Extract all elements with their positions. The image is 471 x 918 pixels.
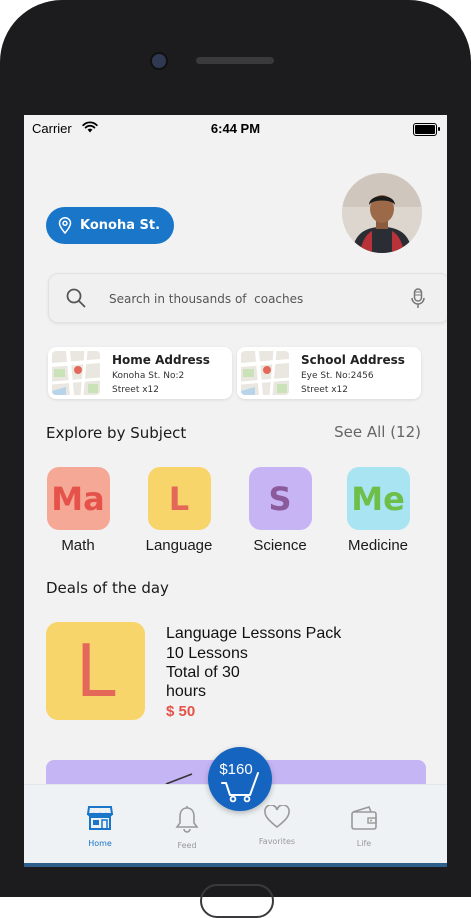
tab-label: Life [356,839,372,848]
map-thumbnail-icon [52,351,100,395]
deals-section-title: Deals of the day [46,579,169,597]
subject-label: Medicine [347,537,409,554]
address-line-2: Street x12 [112,385,159,395]
deal-lessons: 10 Lessons [166,645,248,662]
subject-tile: S [248,467,312,530]
deal-total-line-2: hours [166,683,207,700]
deal-info[interactable]: Language Lessons Pack 10 Lessons Total o… [166,624,396,720]
bell-icon [175,806,199,833]
clock: 6:44 PM [210,121,261,136]
school-address-card[interactable]: School Address Eye St. No:2456 Street x1… [237,347,421,399]
battery-icon [413,123,440,136]
subject-medicine[interactable]: Me Medicine [338,467,418,554]
app-screen: Carrier 6:44 PM Konoha St. Search in tho… [24,115,447,867]
see-all-link[interactable]: See All (12) [334,423,421,441]
tab-feed[interactable]: Feed [147,805,227,850]
deal-total-line-1: Total of 30 [166,664,240,681]
search-icon [66,288,86,308]
tab-home[interactable]: Home [60,805,140,848]
location-label: Konoha St. [80,218,161,233]
search-input[interactable] [107,284,411,314]
tab-label: Feed [177,841,197,850]
profile-avatar[interactable] [342,173,422,253]
deal-name: Language Lessons Pack [166,625,342,642]
cart-button[interactable]: $160 [208,747,272,811]
map-thumbnail-icon [241,351,289,395]
home-button [200,884,274,918]
address-title: Home Address [112,353,210,367]
tab-favorites[interactable]: Favorites [237,804,317,846]
deal-price: $ 50 [166,703,196,720]
address-line-1: Eye St. No:2456 [301,371,374,381]
subject-language[interactable]: L Language [139,467,219,554]
subject-label: Math [61,537,95,554]
subject-tile: Me [346,467,410,530]
microphone-icon[interactable] [411,288,425,310]
tab-life[interactable]: Life [324,805,404,848]
subject-science[interactable]: S Science [240,467,320,554]
address-line-2: Street x12 [301,385,348,395]
wallet-icon [351,806,377,830]
home-address-card[interactable]: Home Address Konoha St. No:2 Street x12 [48,347,232,399]
subject-math[interactable]: Ma Math [38,467,118,554]
speaker [196,57,274,64]
address-line-1: Konoha St. No:2 [112,371,185,381]
screen-bottom-edge [24,863,447,867]
camera [150,52,168,70]
location-button[interactable]: Konoha St. [46,207,174,244]
heart-icon [264,804,290,829]
subject-label: Science [253,537,307,554]
tab-label: Home [88,839,112,848]
store-icon [86,806,114,830]
tab-label: Favorites [258,837,296,846]
search-bar [48,273,447,323]
explore-section-title: Explore by Subject [46,424,187,442]
location-pin-icon [58,217,72,234]
phone-frame: Carrier 6:44 PM Konoha St. Search in tho… [0,0,471,918]
subject-tile: L [147,467,211,530]
subject-tile: Ma [46,467,110,530]
subject-label: Language [145,537,213,554]
address-title: School Address [301,353,405,367]
avatar-photo [342,173,422,253]
cart-icon [221,772,259,803]
deal-tile[interactable]: L [46,622,145,720]
status-bar: Carrier 6:44 PM [24,115,447,141]
